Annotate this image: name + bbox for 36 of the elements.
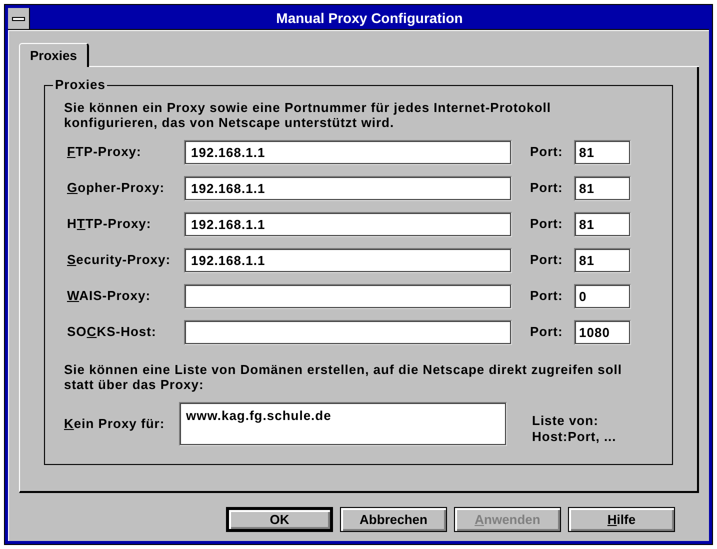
intro-text: Sie können ein Proxy sowie eine Portnummer für jedes Internet-Protokoll konfigurieren, das von Netscape unterstützt wird. [64,100,552,130]
port-field[interactable]: 1080 [574,320,631,344]
proxy-label: Security-Proxy: [66,251,172,270]
proxy-field[interactable]: 192.168.1.1 [184,140,512,164]
proxy-label: FTP-Proxy: [66,143,142,162]
proxy-label: Gopher-Proxy: [66,179,166,198]
dialog-button[interactable]: Abbrechen [340,507,447,532]
exceptions-text: Sie können eine Liste von Domänen erstellen, auf die Netscape direkt zugreifen soll statt über das Proxy: [64,362,624,392]
proxy-label: SOCKS-Host: [66,323,158,342]
proxy-label: HTTP-Proxy: [66,215,152,234]
port-label: Port: [530,143,564,162]
port-field[interactable]: 0 [574,284,631,308]
window-title: Manual Proxy Configuration [276,9,463,28]
port-field[interactable]: 81 [574,176,631,200]
port-label: Port: [530,179,564,198]
no-proxy-label: Kein Proxy für: [64,415,166,433]
dialog-button[interactable]: Hilfe [568,507,675,532]
proxy-field[interactable] [184,284,512,308]
port-field[interactable]: 81 [574,248,631,272]
dialog-button[interactable]: OK [226,507,333,532]
minus-icon [12,16,25,20]
proxy-field[interactable]: 192.168.1.1 [184,248,512,272]
port-field[interactable]: 81 [574,212,631,236]
proxy-field[interactable] [184,320,512,344]
port-label: Port: [530,323,564,342]
no-proxy-field[interactable]: www.kag.fg.schule.de [179,402,507,446]
proxy-label: WAIS-Proxy: [66,287,152,306]
no-proxy-hint: Liste von: Host:Port, ... [532,413,618,445]
port-label: Port: [530,215,564,234]
tab[interactable]: Proxies [19,43,89,67]
port-label: Port: [530,251,564,270]
system-menu-button[interactable] [8,8,30,29]
proxy-field[interactable]: 192.168.1.1 [184,212,512,236]
proxy-field[interactable]: 192.168.1.1 [184,176,512,200]
port-field[interactable]: 81 [574,140,631,164]
port-label: Port: [530,287,564,306]
